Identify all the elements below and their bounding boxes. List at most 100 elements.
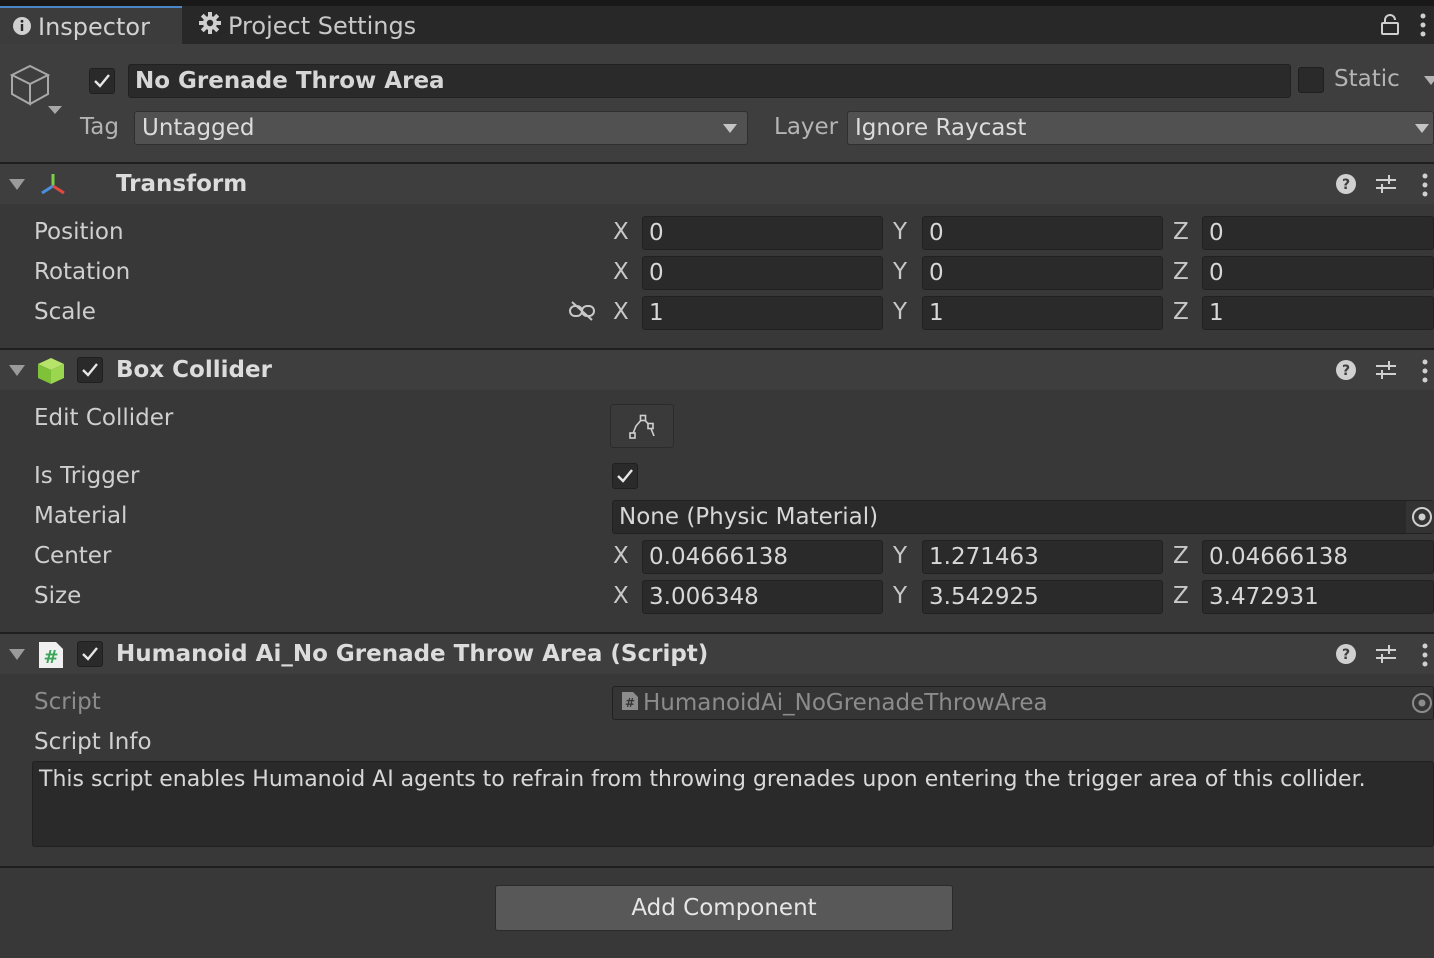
center-z-label[interactable]: Z: [1173, 543, 1189, 569]
help-icon[interactable]: ?: [1335, 643, 1357, 671]
scale-y-label[interactable]: Y: [893, 299, 907, 325]
layer-label: Layer: [774, 114, 839, 140]
script-label: Script: [34, 689, 101, 715]
component-menu-icon[interactable]: [1420, 358, 1430, 390]
chevron-down-icon: [723, 124, 737, 133]
box-collider-title: Box Collider: [116, 357, 272, 383]
tab-project-settings-label: Project Settings: [228, 12, 417, 40]
script-foldout-icon[interactable]: [9, 649, 25, 660]
layer-dropdown[interactable]: Ignore Raycast: [847, 111, 1434, 145]
material-label: Material: [34, 503, 128, 529]
scale-label: Scale: [34, 299, 96, 325]
script-icon: #: [38, 641, 64, 675]
scale-y-field[interactable]: 1: [922, 296, 1163, 330]
size-x-field[interactable]: 3.006348: [642, 580, 883, 614]
position-z-field[interactable]: 0: [1202, 216, 1434, 250]
tab-inspector[interactable]: Inspector: [0, 6, 182, 44]
size-y-field[interactable]: 3.542925: [922, 580, 1163, 614]
size-z-field[interactable]: 3.472931: [1202, 580, 1434, 614]
presets-icon[interactable]: [1374, 173, 1398, 201]
presets-icon[interactable]: [1374, 643, 1398, 671]
position-z-label[interactable]: Z: [1173, 219, 1189, 245]
material-value: None (Physic Material): [619, 504, 879, 530]
static-dropdown-arrow[interactable]: [1424, 76, 1434, 85]
svg-text:?: ?: [1342, 647, 1350, 663]
rotation-label: Rotation: [34, 259, 131, 285]
edit-collider-button[interactable]: [610, 404, 674, 448]
svg-text:#: #: [43, 647, 58, 668]
center-y-field[interactable]: 1.271463: [922, 540, 1163, 574]
center-label: Center: [34, 543, 112, 569]
scale-x-label[interactable]: X: [613, 299, 629, 325]
box-collider-enabled-checkbox[interactable]: [77, 357, 103, 383]
rotation-x-field[interactable]: 0: [642, 256, 883, 290]
help-icon[interactable]: ?: [1335, 173, 1357, 201]
is-trigger-label: Is Trigger: [34, 463, 140, 489]
edit-collider-icon: [628, 414, 658, 440]
center-z-field[interactable]: 0.04666138: [1202, 540, 1434, 574]
script-enabled-checkbox[interactable]: [77, 641, 103, 667]
edit-collider-label: Edit Collider: [34, 405, 174, 431]
svg-text:#: #: [625, 696, 635, 710]
position-y-label[interactable]: Y: [893, 219, 907, 245]
component-menu-icon[interactable]: [1420, 172, 1430, 204]
transform-foldout-icon[interactable]: [9, 179, 25, 190]
rotation-y-field[interactable]: 0: [922, 256, 1163, 290]
add-component-button[interactable]: Add Component: [495, 885, 953, 931]
scale-x-field[interactable]: 1: [642, 296, 883, 330]
center-y-label[interactable]: Y: [893, 543, 907, 569]
size-x-label[interactable]: X: [613, 583, 629, 609]
script-info-textarea[interactable]: This script enables Humanoid AI agents t…: [32, 761, 1434, 847]
script-field: # HumanoidAi_NoGrenadeThrowArea: [612, 686, 1434, 720]
scale-z-label[interactable]: Z: [1173, 299, 1189, 325]
gear-icon: [198, 7, 222, 47]
static-checkbox[interactable]: [1298, 67, 1324, 93]
gameobject-name-field[interactable]: No Grenade Throw Area: [128, 64, 1291, 98]
is-trigger-checkbox[interactable]: [612, 463, 638, 489]
gameobject-cube-icon[interactable]: [8, 62, 66, 124]
size-label: Size: [34, 583, 82, 609]
box-collider-icon: [36, 356, 66, 392]
size-y-label[interactable]: Y: [893, 583, 907, 609]
tag-label: Tag: [80, 114, 119, 140]
tab-project-settings[interactable]: Project Settings: [190, 6, 430, 44]
chevron-down-icon: [1415, 124, 1429, 133]
box-collider-foldout-icon[interactable]: [9, 365, 25, 376]
divider: [0, 866, 1434, 868]
transform-title: Transform: [116, 171, 248, 197]
script-info-label: Script Info: [34, 729, 152, 755]
presets-icon[interactable]: [1374, 359, 1398, 387]
object-picker-icon: [1406, 687, 1434, 725]
position-label: Position: [34, 219, 124, 245]
object-picker-icon[interactable]: [1406, 501, 1434, 533]
center-x-field[interactable]: 0.04666138: [642, 540, 883, 574]
transform-icon: [38, 170, 68, 204]
help-icon[interactable]: ?: [1335, 359, 1357, 387]
tag-dropdown[interactable]: Untagged: [134, 111, 748, 145]
gameobject-active-checkbox[interactable]: [89, 68, 115, 94]
unlink-icon[interactable]: [568, 300, 596, 328]
rotation-z-field[interactable]: 0: [1202, 256, 1434, 290]
material-field[interactable]: None (Physic Material): [612, 500, 1434, 534]
static-label: Static: [1334, 66, 1400, 92]
lock-icon[interactable]: [1380, 14, 1400, 42]
position-x-label[interactable]: X: [613, 219, 629, 245]
component-menu-icon[interactable]: [1420, 642, 1430, 674]
center-x-label[interactable]: X: [613, 543, 629, 569]
layer-value: Ignore Raycast: [855, 115, 1027, 141]
rotation-z-label[interactable]: Z: [1173, 259, 1189, 285]
rotation-y-label[interactable]: Y: [893, 259, 907, 285]
position-y-field[interactable]: 0: [922, 216, 1163, 250]
tag-value: Untagged: [142, 115, 255, 141]
tab-inspector-label: Inspector: [38, 13, 150, 41]
svg-text:?: ?: [1342, 177, 1350, 193]
info-icon: [12, 9, 32, 47]
script-value: HumanoidAi_NoGrenadeThrowArea: [643, 690, 1048, 716]
rotation-x-label[interactable]: X: [613, 259, 629, 285]
window-menu-icon[interactable]: [1418, 12, 1428, 44]
script-title: Humanoid Ai_No Grenade Throw Area (Scrip…: [116, 641, 709, 667]
size-z-label[interactable]: Z: [1173, 583, 1189, 609]
scale-z-field[interactable]: 1: [1202, 296, 1434, 330]
script-file-icon: #: [621, 688, 639, 720]
position-x-field[interactable]: 0: [642, 216, 883, 250]
